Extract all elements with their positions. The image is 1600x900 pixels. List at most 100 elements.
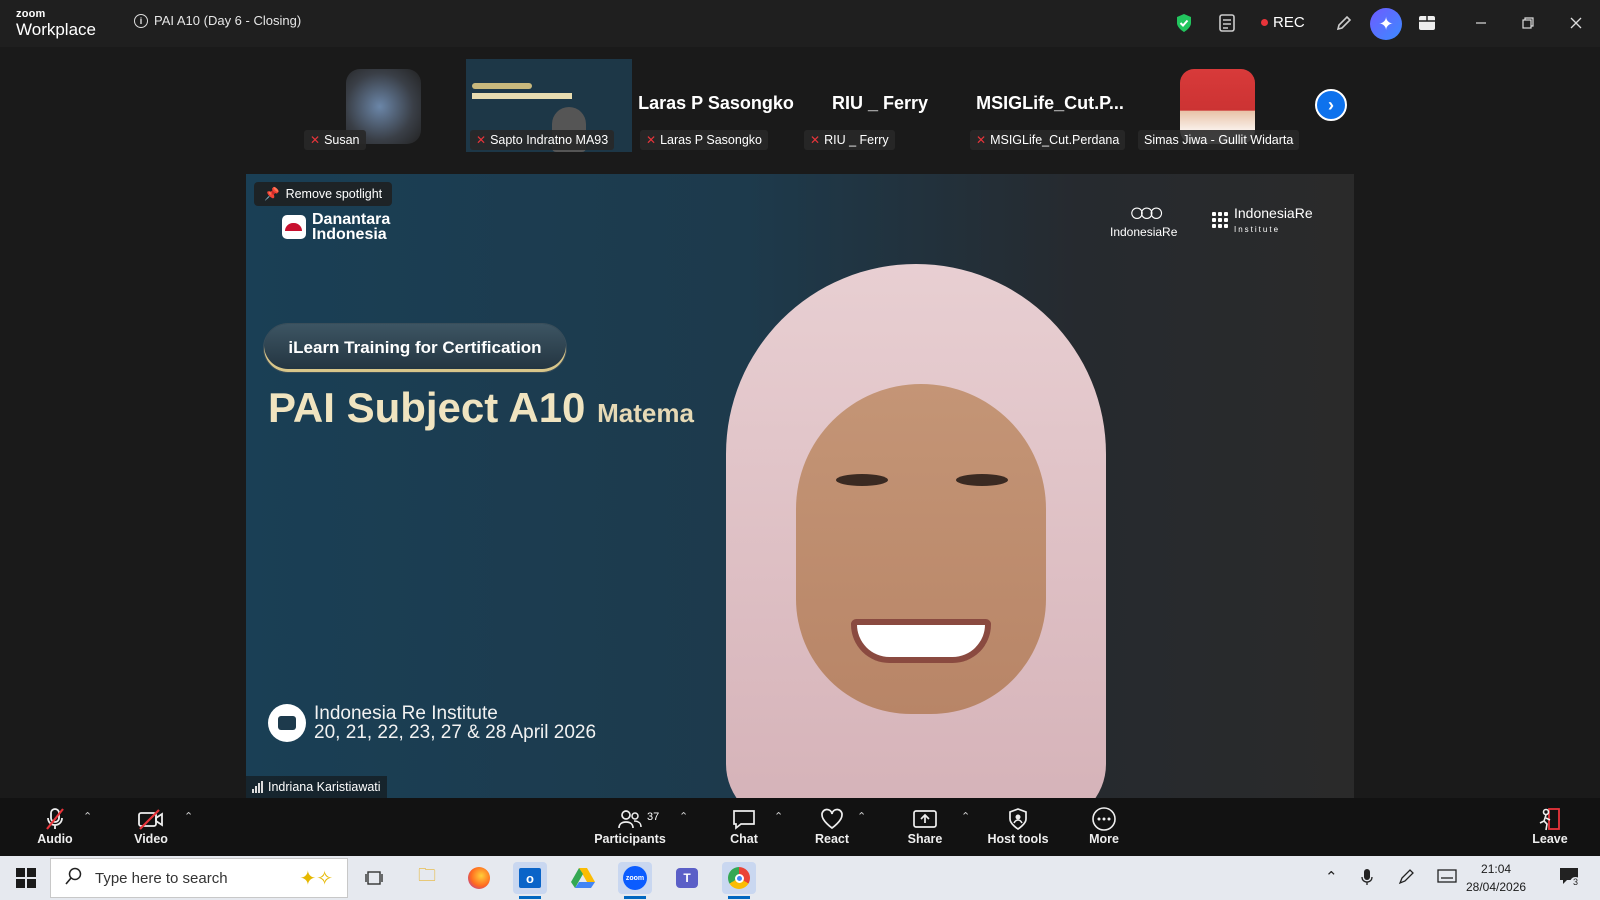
outlook-icon[interactable]: o (513, 862, 547, 899)
participant-tile[interactable]: ✕ Susan (300, 59, 450, 152)
participant-filmstrip: ✕ Susan ✕ Sapto Indratno MA93 Laras P Saso… (0, 47, 1600, 170)
audio-button[interactable]: Audio (34, 806, 76, 846)
spotlight-video[interactable]: 📌 Remove spotlight Danantara Indonesia ○○… (246, 174, 1354, 798)
clock-time: 21:04 (1481, 862, 1512, 876)
share-label: Share (907, 832, 943, 846)
taskbar-clock[interactable]: 21:04 28/04/2026 (1466, 860, 1526, 896)
speaker-video (686, 264, 1146, 798)
meeting-toolbar: Audio ⌃ Video ⌃ Participants 37 ⌃ Chat ⌃… (0, 798, 1600, 856)
notes-icon[interactable] (1216, 12, 1238, 34)
audio-label: Audio (37, 832, 73, 846)
share-options-caret-icon[interactable]: ⌃ (961, 810, 970, 823)
minimize-icon[interactable] (1470, 12, 1492, 34)
recording-indicator[interactable]: REC (1261, 14, 1305, 31)
participant-name: Simas Jiwa - Gullit Widarta (1144, 133, 1294, 147)
audio-options-caret-icon[interactable]: ⌃ (83, 810, 92, 823)
subject-main: PAI Subject A10 (268, 384, 586, 431)
participant-name-tag: ✕ MSIGLife_Cut.Perdana (970, 130, 1126, 150)
info-icon[interactable]: i (134, 13, 148, 28)
participants-label: Participants (594, 832, 666, 846)
mic-muted-icon: ✕ (976, 133, 987, 147)
task-view-icon[interactable] (358, 862, 392, 894)
chrome-icon[interactable] (722, 862, 756, 899)
record-dot-icon (1261, 19, 1268, 26)
annotate-pencil-icon[interactable] (1333, 12, 1355, 34)
indonesiare-institute-logo: IndonesiaRe Institute (1212, 206, 1313, 234)
rec-label: REC (1273, 14, 1305, 31)
participant-tile[interactable]: Simas Jiwa - Gullit Widarta (1134, 59, 1306, 152)
firefox-icon[interactable] (462, 862, 496, 894)
participant-name: Susan (324, 133, 360, 147)
participant-big-name: RIU _ Ferry (831, 93, 929, 113)
ai-companion-button[interactable]: ✦ (1370, 8, 1402, 40)
sparkle-icon: ✦ (1378, 13, 1394, 34)
speaker-name: Indriana Karistiawati (268, 780, 381, 794)
chat-label: Chat (730, 832, 758, 846)
notifications-icon[interactable]: 3 (1558, 865, 1581, 891)
meeting-title: PAI A10 (Day 6 - Closing) (154, 13, 302, 28)
institute-dates: 20, 21, 22, 23, 27 & 28 April 2026 (314, 722, 597, 743)
windows-start-icon[interactable] (16, 868, 36, 888)
participant-name: Laras P Sasongko (660, 133, 762, 147)
participant-big-name: Laras P Sasongko (638, 93, 794, 113)
microphone-icon[interactable] (1361, 868, 1373, 890)
search-placeholder: Type here to search (95, 869, 228, 887)
taskbar-search-input[interactable]: Type here to search ✦✧ (50, 858, 348, 898)
participants-options-caret-icon[interactable]: ⌃ (679, 810, 688, 823)
video-button[interactable]: Video (130, 806, 172, 846)
participant-tile[interactable]: MSIGLife_Cut.P... ✕ MSIGLife_Cut.Perdana (966, 59, 1134, 152)
chevron-right-icon: › (1328, 94, 1334, 115)
react-button[interactable]: React (810, 806, 854, 846)
danantara-logo: Danantara Indonesia (282, 212, 390, 243)
participant-tile[interactable]: RIU _ Ferry ✕ RIU _ Ferry (800, 59, 960, 152)
host-tools-button[interactable]: Host tools (986, 806, 1050, 846)
video-label: Video (134, 832, 168, 846)
video-off-icon (130, 806, 172, 832)
video-options-caret-icon[interactable]: ⌃ (184, 810, 193, 823)
pill-text: iLearn Training for Certification (288, 338, 542, 357)
search-icon (65, 867, 83, 889)
google-drive-icon[interactable] (566, 862, 600, 894)
pen-icon[interactable] (1397, 868, 1415, 890)
participant-tile[interactable]: Laras P Sasongko ✕ Laras P Sasongko (636, 59, 796, 152)
more-button[interactable]: More (1083, 806, 1125, 846)
indonesiare-label: IndonesiaRe (1110, 225, 1178, 239)
camera-icon (268, 704, 306, 742)
institute-name: Indonesia Re Institute (314, 703, 498, 724)
shield-icon (986, 806, 1050, 832)
share-button[interactable]: Share (903, 806, 947, 846)
participants-count: 37 (647, 811, 660, 823)
tray-chevron-up-icon[interactable]: ⌃ (1325, 868, 1338, 886)
next-page-button[interactable]: › (1315, 89, 1347, 121)
chat-button[interactable]: Chat (724, 806, 764, 846)
participant-name: RIU _ Ferry (824, 133, 889, 147)
spotlight-label: Remove spotlight (285, 187, 383, 201)
zoom-app-icon[interactable]: zoom (618, 862, 652, 899)
mic-muted-icon (34, 806, 76, 832)
chat-options-caret-icon[interactable]: ⌃ (774, 810, 783, 823)
dots-grid-icon (1212, 212, 1228, 228)
brand-bottom: Workplace (16, 20, 96, 39)
remove-spotlight-button[interactable]: 📌 Remove spotlight (254, 182, 393, 206)
meeting-info[interactable]: i PAI A10 (Day 6 - Closing) (134, 13, 301, 28)
file-explorer-icon[interactable]: 🗀 (410, 862, 444, 894)
apps-icon[interactable] (1416, 12, 1438, 34)
restore-icon[interactable] (1517, 12, 1539, 34)
participant-name: MSIGLife_Cut.Perdana (990, 133, 1120, 147)
teams-icon[interactable]: T (670, 862, 704, 894)
leave-button[interactable]: Leave (1528, 806, 1572, 846)
react-options-caret-icon[interactable]: ⌃ (857, 810, 866, 823)
participant-name-tag: ✕ RIU _ Ferry (804, 130, 895, 150)
keyboard-icon[interactable] (1437, 868, 1457, 888)
mic-muted-icon: ✕ (476, 133, 487, 147)
speaker-name-tag: Indriana Karistiawati (246, 776, 387, 798)
more-label: More (1089, 832, 1119, 846)
host-tools-label: Host tools (987, 832, 1049, 846)
participant-tile-screen[interactable]: ✕ Sapto Indratno MA93 (466, 59, 632, 152)
speaker-eye (956, 474, 1008, 486)
zoom-logo: zoom Workplace (16, 9, 96, 39)
shield-icon[interactable] (1173, 12, 1195, 34)
thumbnail-pill (472, 83, 532, 89)
close-icon[interactable] (1565, 12, 1587, 34)
signal-bars-icon (252, 781, 263, 793)
